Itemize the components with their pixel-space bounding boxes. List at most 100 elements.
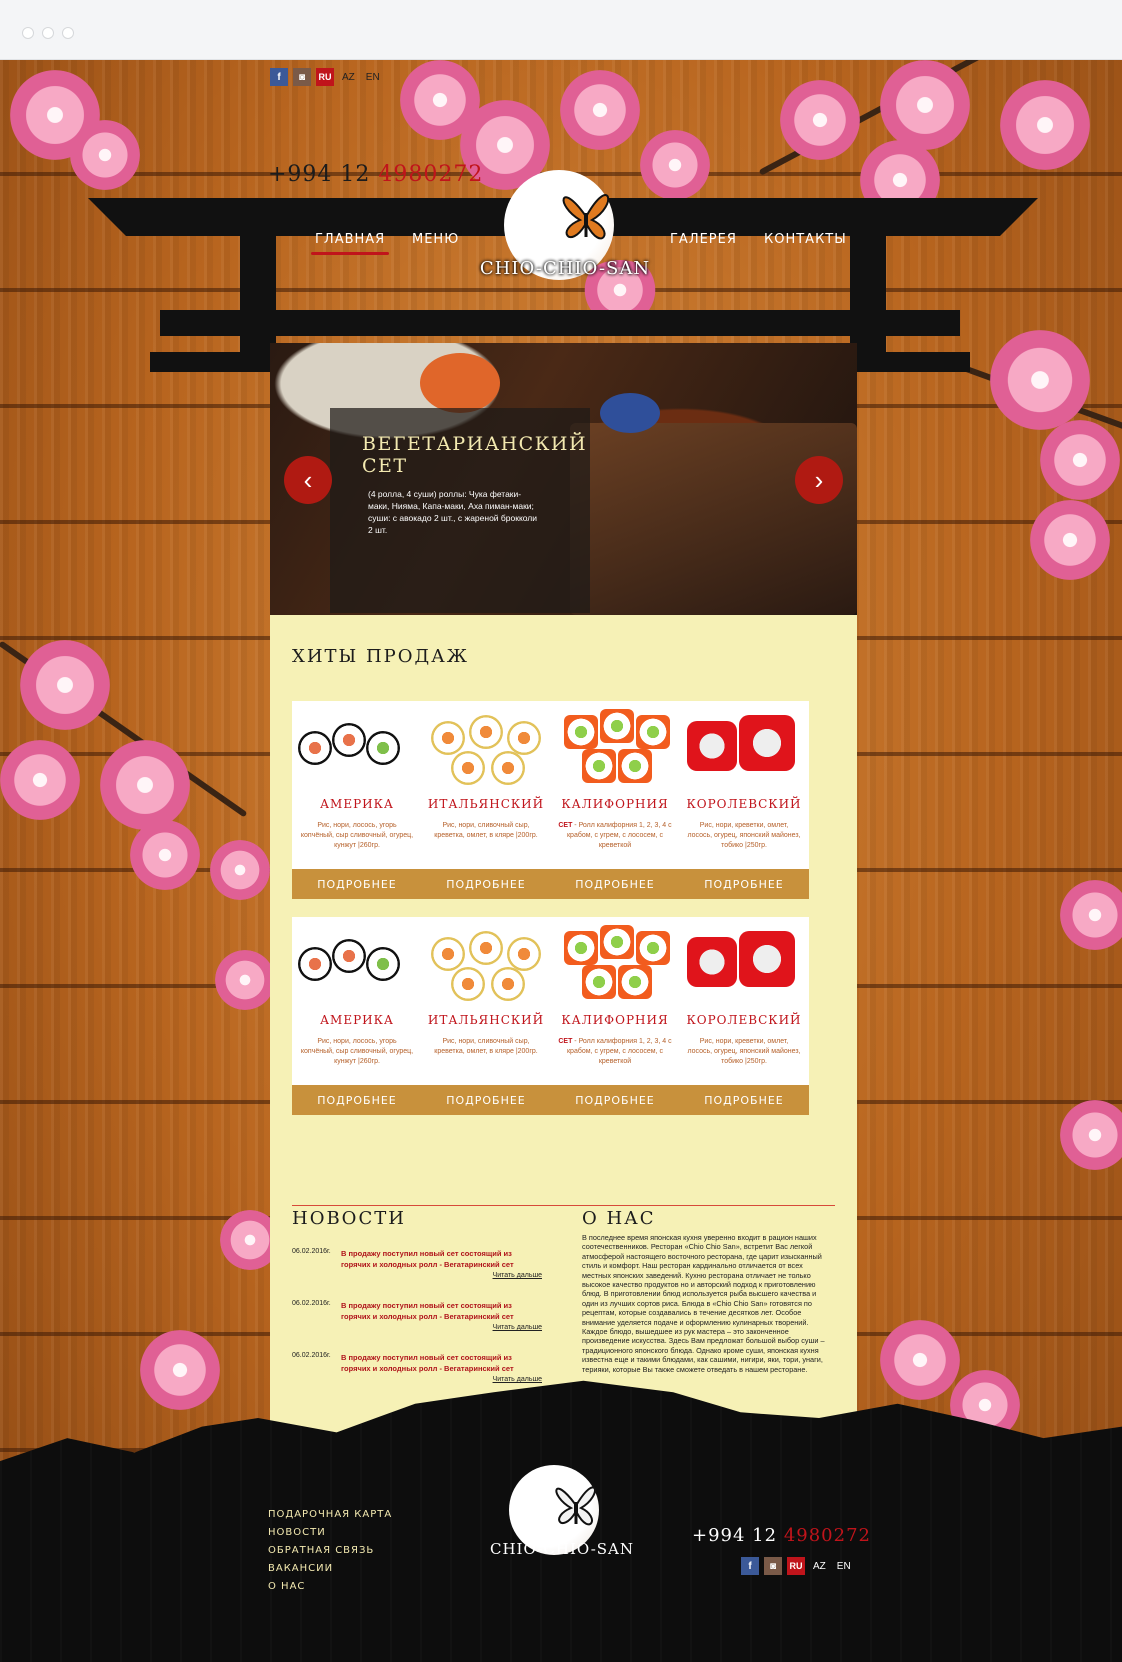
- phone-number: 4980272: [783, 1525, 871, 1546]
- about-title: О НАС: [582, 1208, 656, 1229]
- product-card[interactable]: ИТАЛЬЯНСКИЙ Рис, нори, сливочный сыр, кр…: [421, 917, 551, 1115]
- product-description: Рис, нори, сливочный сыр, креветка, омле…: [434, 1038, 538, 1055]
- details-button[interactable]: ПОДРОБНЕЕ: [292, 1085, 422, 1115]
- lang-az-button[interactable]: AZ: [810, 1561, 829, 1572]
- footer-link-gift-card[interactable]: ПОДАРОЧНАЯ КАРТА: [268, 1509, 392, 1520]
- about-text: В последнее время японская кухня уверенн…: [582, 1233, 825, 1374]
- blossom-icon: [140, 1330, 220, 1410]
- product-card[interactable]: ИТАЛЬЯНСКИЙ Рис, нори, сливочный сыр, кр…: [421, 701, 551, 899]
- product-description: Рис, нори, креветки, омлет, лосось, огур…: [687, 822, 801, 849]
- torii-gate-post: [240, 230, 276, 360]
- footer-link-feedback[interactable]: ОБРАТНАЯ СВЯЗЬ: [268, 1545, 374, 1556]
- news-date: 06.02.2016г.: [292, 1300, 331, 1307]
- nav-home[interactable]: ГЛАВНАЯ: [310, 232, 390, 255]
- lang-ru-button[interactable]: RU: [316, 68, 334, 86]
- details-button[interactable]: ПОДРОБНЕЕ: [550, 869, 680, 899]
- details-button[interactable]: ПОДРОБНЕЕ: [292, 869, 422, 899]
- window-dot-icon: [42, 27, 54, 39]
- footer-logo[interactable]: CHIO-CHIO-SAN: [490, 1465, 633, 1575]
- product-description: Рис, нори, сливочный сыр, креветка, омле…: [434, 822, 538, 839]
- lang-en-button[interactable]: EN: [834, 1561, 854, 1572]
- slider-prev-button[interactable]: ‹: [284, 456, 332, 504]
- desc-bold: СЕТ: [558, 1038, 573, 1045]
- product-image: [679, 917, 809, 1005]
- product-card[interactable]: КОРОЛЕВСКИЙ Рис, нори, креветки, омлет, …: [679, 917, 809, 1115]
- bestsellers-title: ХИТЫ ПРОДАЖ: [292, 646, 470, 667]
- slider-next-button[interactable]: ›: [795, 456, 843, 504]
- nav-menu[interactable]: МЕНЮ: [412, 232, 459, 247]
- slide-title: ВЕГЕТАРИАНСКИЙ СЕТ: [362, 433, 588, 477]
- product-card[interactable]: КАЛИФОРНИЯ СЕТ - Ролл калифорния 1, 2, 3…: [550, 701, 680, 899]
- blossom-icon: [880, 60, 970, 150]
- product-name: КАЛИФОРНИЯ: [561, 797, 669, 811]
- nav-contacts[interactable]: КОНТАКТЫ: [764, 232, 847, 247]
- nav-gallery[interactable]: ГАЛЕРЕЯ: [670, 232, 737, 247]
- footer-link-news[interactable]: НОВОСТИ: [268, 1527, 326, 1538]
- page-background: f ◙ RU AZ EN +994 12 4980272 ГЛАВНАЯ МЕН…: [0, 60, 1122, 1662]
- lang-ru-button[interactable]: RU: [787, 1557, 805, 1575]
- news-title: НОВОСТИ: [292, 1208, 406, 1229]
- blossom-icon: [1040, 420, 1120, 500]
- blossom-icon: [880, 1320, 960, 1400]
- details-button[interactable]: ПОДРОБНЕЕ: [421, 869, 551, 899]
- product-name: АМЕРИКА: [319, 1013, 395, 1027]
- facebook-icon[interactable]: f: [270, 68, 288, 86]
- details-button[interactable]: ПОДРОБНЕЕ: [679, 869, 809, 899]
- product-name: АМЕРИКА: [319, 797, 395, 811]
- details-button[interactable]: ПОДРОБНЕЕ: [550, 1085, 680, 1115]
- fruit-image: [420, 353, 500, 413]
- product-image: [550, 917, 680, 1005]
- product-image: [421, 701, 551, 789]
- blossom-icon: [1000, 80, 1090, 170]
- blossom-icon: [70, 120, 140, 190]
- details-button[interactable]: ПОДРОБНЕЕ: [421, 1085, 551, 1115]
- blossom-icon: [1060, 1100, 1122, 1170]
- lang-az-button[interactable]: AZ: [339, 72, 358, 83]
- product-card[interactable]: АМЕРИКА Рис, нори, лосось, угорь копчёны…: [292, 701, 422, 899]
- news-link[interactable]: В продажу поступил новый сет состоящий и…: [341, 1300, 541, 1322]
- site-logo[interactable]: CHIO-CHIO-SAN: [480, 170, 649, 300]
- product-card[interactable]: КАЛИФОРНИЯ СЕТ - Ролл калифорния 1, 2, 3…: [550, 917, 680, 1115]
- window-dot-icon: [62, 27, 74, 39]
- sushi-plate-image: [570, 423, 857, 615]
- blossom-icon: [100, 740, 190, 830]
- news-date: 06.02.2016г.: [292, 1248, 331, 1255]
- read-more-link[interactable]: Читать дальше: [493, 1272, 542, 1279]
- news-link[interactable]: В продажу поступил новый сет состоящий и…: [341, 1352, 541, 1374]
- lang-en-button[interactable]: EN: [363, 72, 383, 83]
- blossom-icon: [20, 640, 110, 730]
- torii-gate-beam: [160, 310, 960, 336]
- product-card[interactable]: АМЕРИКА Рис, нори, лосось, угорь копчёны…: [292, 917, 422, 1115]
- instagram-icon[interactable]: ◙: [293, 68, 311, 86]
- news-date: 06.02.2016г.: [292, 1352, 331, 1359]
- product-name: ИТАЛЬЯНСКИЙ: [427, 797, 545, 811]
- instagram-icon[interactable]: ◙: [764, 1557, 782, 1575]
- footer-link-about[interactable]: О НАС: [268, 1581, 305, 1592]
- read-more-link[interactable]: Читать дальше: [493, 1376, 542, 1383]
- header-phone[interactable]: +994 12 4980272: [268, 162, 483, 187]
- details-button[interactable]: ПОДРОБНЕЕ: [679, 1085, 809, 1115]
- phone-prefix: +994 12: [268, 162, 371, 187]
- product-description: Рис, нори, лосось, угорь копчёный, сыр с…: [300, 1038, 414, 1065]
- product-card[interactable]: КОРОЛЕВСКИЙ Рис, нори, креветки, омлет, …: [679, 701, 809, 899]
- phone-number: 4980272: [378, 162, 484, 187]
- blossom-icon: [0, 740, 80, 820]
- section-divider: [292, 1205, 835, 1206]
- footer-phone[interactable]: +994 12 4980272: [692, 1525, 871, 1546]
- footer-logo-text: CHIO-CHIO-SAN: [489, 1540, 635, 1558]
- facebook-icon[interactable]: f: [741, 1557, 759, 1575]
- slide-description: (4 ролла, 4 суши) роллы: Чука фетаки-мак…: [368, 489, 538, 535]
- news-link[interactable]: В продажу поступил новый сет состоящий и…: [341, 1248, 541, 1270]
- read-more-link[interactable]: Читать дальше: [493, 1324, 542, 1331]
- blossom-icon: [990, 330, 1090, 430]
- footer-link-vacancies[interactable]: ВАКАНСИИ: [268, 1563, 333, 1574]
- phone-prefix: +994 12: [692, 1525, 778, 1546]
- blossom-icon: [560, 70, 640, 150]
- top-social-bar: f ◙ RU AZ EN: [270, 68, 383, 86]
- product-image: [292, 917, 422, 1005]
- footer-social-bar: f ◙ RU AZ EN: [741, 1557, 854, 1575]
- butterfly-icon: [555, 1486, 596, 1526]
- logo-text: CHIO-CHIO-SAN: [479, 258, 651, 279]
- news-item: 06.02.2016г. В продажу поступил новый се…: [292, 1248, 542, 1288]
- blossom-icon: [215, 950, 275, 1010]
